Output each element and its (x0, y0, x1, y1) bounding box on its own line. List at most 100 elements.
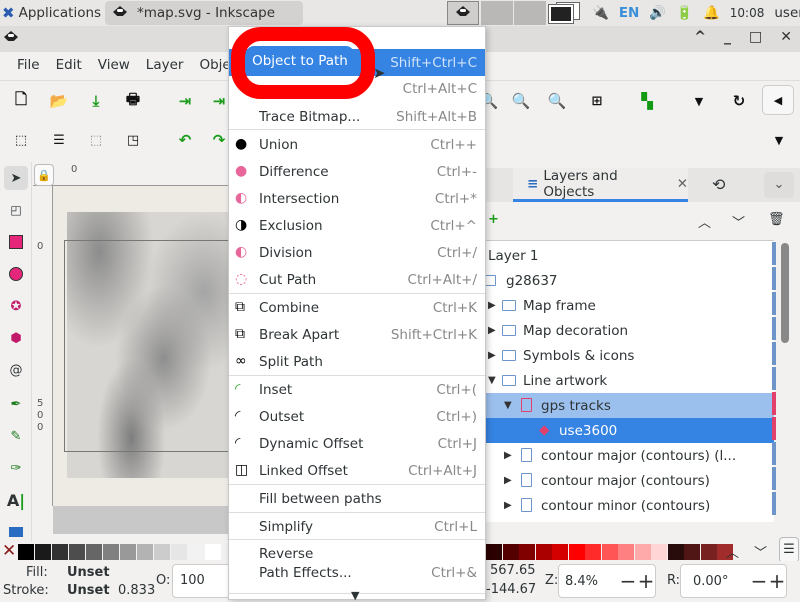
color-swatch[interactable] (486, 544, 502, 560)
tree-row[interactable]: ▶ contour major (contours) (486, 468, 774, 493)
path-menu-item[interactable]: ◫ Linked Offset Ctrl+Alt+J (229, 457, 485, 484)
workspace-3-button[interactable] (514, 1, 546, 25)
rotate-cw-button[interactable]: + (768, 571, 786, 591)
workspace-2-button[interactable] (481, 1, 513, 25)
network-icon[interactable]: 🔌 (592, 5, 609, 21)
tree-row[interactable]: ▶ Map decoration (486, 318, 774, 343)
tree-row[interactable]: ▶ Symbols & icons (486, 343, 774, 368)
color-swatch[interactable] (552, 544, 568, 560)
opacity-value[interactable]: 100 (180, 573, 205, 588)
tree-row-selected[interactable]: ◆ use3600 (486, 418, 774, 443)
color-swatch[interactable] (35, 544, 51, 560)
object-to-path-menu-item-label[interactable]: Object to Path (246, 46, 354, 76)
color-swatch[interactable] (601, 544, 618, 560)
applications-menu-button[interactable]: ✖ Applications ☰ (2, 2, 115, 24)
color-swatch[interactable] (154, 544, 170, 560)
user-menu[interactable]: user (774, 5, 800, 21)
3d-box-tool-icon[interactable]: ⬢ (4, 326, 28, 350)
expand-arrow-icon[interactable]: ▶ (488, 300, 496, 311)
color-swatch[interactable] (120, 544, 136, 560)
tree-scrollbar[interactable] (781, 243, 789, 343)
expand-arrow-icon[interactable]: ▶ (504, 500, 512, 511)
path-menu-item[interactable]: ⧉ Combine Ctrl+K (229, 294, 485, 321)
workspace-1-button[interactable] (447, 1, 479, 25)
path-menu-item[interactable]: ◑ Exclusion Ctrl+^ (229, 212, 485, 239)
path-menu-item[interactable]: Trace Bitmap... Shift+Alt+B (229, 103, 485, 130)
select-all-icon[interactable]: ⬚ (10, 129, 32, 151)
path-menu-item[interactable]: ⧉ Break Apart Shift+Ctrl+K (229, 321, 485, 348)
rotate-value[interactable]: 0.00° (681, 574, 750, 589)
open-folder-icon[interactable]: 📂 (48, 90, 70, 112)
zoom-center-icon[interactable]: ⊞ (586, 90, 608, 112)
stroke-value[interactable]: Unset (67, 583, 110, 598)
color-swatch[interactable] (103, 544, 119, 560)
shade-button[interactable]: ^ (694, 29, 706, 45)
tree-row[interactable]: Layer 1 (486, 243, 774, 268)
path-menu-item[interactable]: ◐ Division Ctrl+/ (229, 239, 485, 266)
path-menu-item[interactable]: ● Union Ctrl++ (229, 131, 485, 158)
tree-row[interactable]: g28637 (482, 268, 774, 293)
path-menu-item[interactable]: ∞ Split Path (229, 348, 485, 375)
dock-menu-chevron-icon[interactable]: ⌄ (764, 172, 794, 198)
path-menu-item[interactable]: ◌ Cut Path Ctrl+Alt+/ (229, 266, 485, 293)
deselect-icon[interactable]: ⬚ (85, 129, 107, 151)
dropdown-arrow-icon[interactable]: ▼ (688, 90, 710, 112)
path-menu-item[interactable]: Reverse (229, 540, 485, 567)
menu-scroll-down-icon[interactable]: ▼ (351, 589, 359, 602)
color-swatch[interactable] (519, 544, 535, 560)
zoom-page-icon[interactable]: 🔍 (546, 90, 568, 112)
tree-row[interactable]: ▶ contour minor (contours) (486, 493, 774, 518)
color-swatch[interactable] (502, 544, 519, 560)
zoom-value[interactable]: 8.4% (559, 574, 619, 589)
keyboard-layout[interactable]: EN (619, 5, 640, 21)
color-swatch[interactable] (69, 544, 85, 560)
close-tab-icon[interactable]: ✕ (677, 176, 688, 192)
opacity-field[interactable]: 100 (172, 564, 232, 598)
export-file-icon[interactable]: ⇥ (208, 90, 230, 112)
fill-value[interactable]: Unset (67, 565, 110, 580)
color-swatch[interactable] (651, 544, 667, 560)
palette-menu-icon[interactable]: ☰ (779, 537, 799, 563)
color-swatch[interactable] (137, 544, 153, 560)
spiral-tool-icon[interactable]: @ (4, 358, 28, 382)
pencil-tool-icon[interactable]: ✎ (4, 424, 28, 448)
undo-history-tab-icon[interactable]: ⟲ (712, 175, 725, 194)
menu-layer[interactable]: Layer (138, 57, 192, 73)
rectangle-tool-icon[interactable] (4, 230, 28, 254)
select-same-icon[interactable]: ◳ (122, 129, 144, 151)
maximize-button[interactable]: □ (749, 29, 762, 45)
menu-edit[interactable]: Edit (48, 57, 90, 73)
symbols-icon[interactable]: ↻ (728, 90, 750, 112)
palette-scroll-up-icon[interactable]: ︿ (726, 542, 739, 561)
stroke-width[interactable]: 0.833 (118, 583, 155, 598)
color-swatch[interactable] (188, 544, 204, 560)
path-menu-item[interactable]: ◐ Intersection Ctrl+* (229, 185, 485, 212)
color-swatch[interactable] (634, 544, 651, 560)
tab-layers-and-objects[interactable]: ≡ Layers and Objects ✕ (513, 168, 688, 202)
path-menu-item[interactable]: Simplify Ctrl+L (229, 513, 485, 540)
color-swatch[interactable] (667, 544, 684, 560)
close-button[interactable]: ✕ (780, 29, 792, 45)
calligraphy-tool-icon[interactable]: ✑ (4, 456, 28, 480)
horizontal-scrollbar[interactable] (53, 506, 228, 534)
select-all-layers-icon[interactable]: ☰ (48, 129, 70, 151)
expand-arrow-icon[interactable]: ▶ (504, 475, 512, 486)
expand-arrow-icon[interactable]: ▶ (488, 350, 496, 361)
drawing-canvas[interactable] (53, 186, 234, 506)
zoom-field[interactable]: 8.4% − + (558, 564, 656, 598)
zoom-drawing-icon[interactable]: 🔍 (510, 90, 532, 112)
color-swatch[interactable] (171, 544, 187, 560)
delete-trash-icon[interactable]: 🗑 (768, 212, 785, 227)
zoom-in-button[interactable]: + (637, 571, 655, 591)
move-up-icon[interactable]: ︿ (698, 212, 711, 231)
rotate-ccw-button[interactable]: − (750, 571, 768, 591)
star-tool-icon[interactable]: ✪ (4, 294, 28, 318)
selector-tool-icon[interactable]: ➤ (4, 166, 28, 190)
new-document-icon[interactable]: 🗋 (10, 90, 32, 112)
taskbar-window-button[interactable]: *map.svg - Inkscape (105, 1, 303, 25)
minimize-button[interactable]: _ (724, 29, 731, 45)
volume-icon[interactable]: 🔊 (649, 5, 666, 21)
toolbar-collapse-button[interactable]: ◀ (762, 85, 794, 115)
color-swatch[interactable] (535, 544, 552, 560)
print-icon[interactable]: 🖶 (122, 90, 144, 112)
